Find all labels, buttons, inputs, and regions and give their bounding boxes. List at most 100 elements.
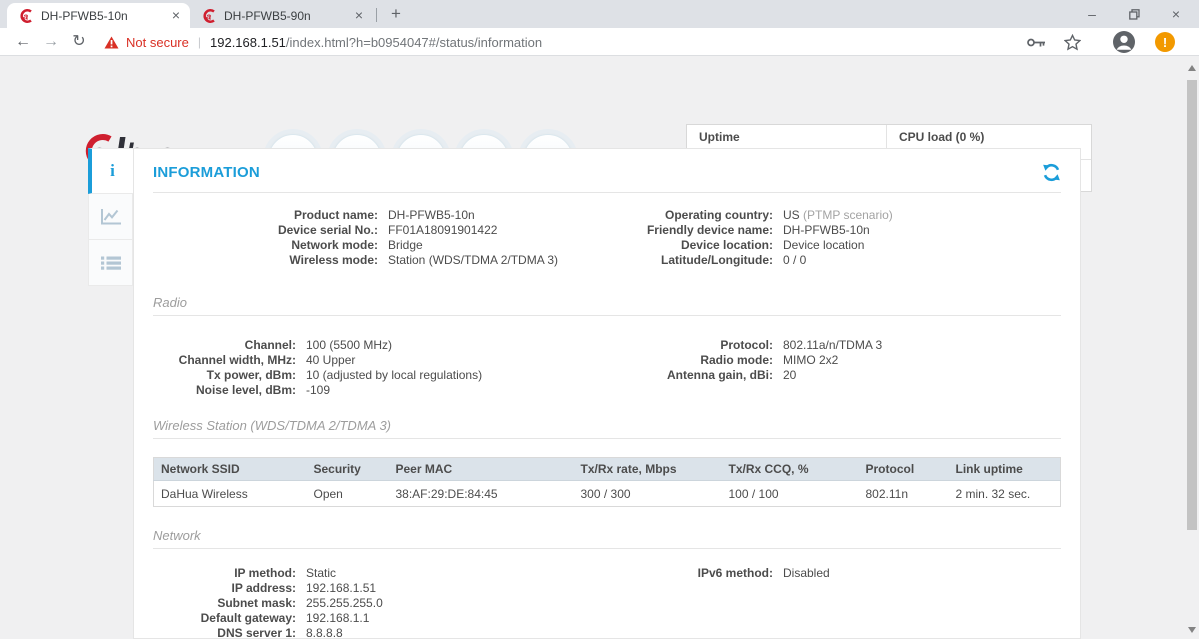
field-label: Channel width, MHz: xyxy=(153,353,296,368)
field-row: Wireless mode:Station (WDS/TDMA 2/TDMA 3… xyxy=(153,253,641,268)
field-value: 255.255.255.0 xyxy=(306,596,383,611)
table-cell: 100 / 100 xyxy=(722,481,859,507)
field-row: Tx power, dBm: 10 (adjusted by local regu… xyxy=(153,368,641,383)
table-cell: 300 / 300 xyxy=(574,481,722,507)
bookmark-star-icon[interactable] xyxy=(1064,30,1081,54)
field-value: DH-PFWB5-10n xyxy=(388,208,475,223)
field-value: Station (WDS/TDMA 2/TDMA 3) xyxy=(388,253,558,268)
address-bar[interactable]: Not secure | 192.168.1.51 /index.html?h=… xyxy=(104,31,542,53)
window-minimize-button[interactable]: – xyxy=(1069,0,1115,28)
not-secure-warning-icon xyxy=(104,36,119,49)
scrollbar-up-arrow-icon[interactable] xyxy=(1188,65,1196,71)
tab-separator xyxy=(376,8,377,22)
sidebar-tab-statistics[interactable] xyxy=(88,194,133,240)
field-value-muted: (PTMP scenario) xyxy=(800,208,893,223)
field-value: 40 Upper xyxy=(306,353,355,368)
profile-avatar-icon[interactable] xyxy=(1112,30,1136,54)
field-row: IPv6 method:Disabled xyxy=(641,566,1061,581)
section-heading-network: Network xyxy=(153,528,1061,549)
browser-tab-active[interactable]: a DH-PFWB5-10n × xyxy=(7,3,190,28)
field-label: Device location: xyxy=(641,238,773,253)
field-label: Network mode: xyxy=(153,238,378,253)
tab-close-icon[interactable]: × xyxy=(168,8,184,24)
list-icon xyxy=(101,255,121,271)
field-row: Noise level, dBm:-109 xyxy=(153,383,641,398)
field-label: Device serial No.: xyxy=(153,223,378,238)
field-value: 8.8.8.8 xyxy=(306,626,343,639)
tab-title: DH-PFWB5-90n xyxy=(224,9,351,23)
field-label: Tx power, dBm: xyxy=(153,368,296,383)
table-cell: 2 min. 32 sec. xyxy=(949,481,1061,507)
url-host: 192.168.1.51 xyxy=(210,35,286,50)
radio-right-column: Protocol: 802.11a/n/TDMA 3 Radio mode: MIMO… xyxy=(641,338,1061,398)
field-label: Protocol: xyxy=(641,338,773,353)
table-header-cell: Protocol xyxy=(859,458,949,481)
radio-left-column: Channel:100 (5500 MHz)Channel width, MHz… xyxy=(153,338,641,398)
field-value: 802.11a/n/TDMA 3 xyxy=(783,338,882,353)
field-label: Product name: xyxy=(153,208,378,223)
browser-window: a DH-PFWB5-10n × a DH-PFWB5-90n × + – × … xyxy=(0,0,1199,639)
uptime-label: Uptime xyxy=(699,130,886,144)
field-label: Radio mode: xyxy=(641,353,773,368)
field-value: -109 xyxy=(306,383,330,398)
scrollbar-down-arrow-icon[interactable] xyxy=(1188,627,1196,633)
field-value: 100 (5500 MHz) xyxy=(306,338,392,353)
refresh-icon[interactable] xyxy=(1042,163,1061,182)
info-fields: Product name:DH-PFWB5-10nDevice serial N… xyxy=(153,208,1061,268)
reload-button[interactable]: ↻ xyxy=(66,30,92,54)
table-cell: 38:AF:29:DE:84:45 xyxy=(389,481,574,507)
panel-header: INFORMATION xyxy=(153,149,1061,193)
information-panel: INFORMATION Product name:DH-PFWB5-10nDev… xyxy=(133,148,1081,639)
sidebar-tab-information[interactable]: i xyxy=(88,148,134,194)
field-row: Product name: DH-PFWB5-10n xyxy=(153,208,641,223)
field-row: DNS server 1:8.8.8.8 xyxy=(153,626,641,639)
field-value: MIMO 2x2 xyxy=(783,353,838,368)
tab-close-icon[interactable]: × xyxy=(351,8,367,24)
field-row: Friendly device name: DH-PFWB5-10n xyxy=(641,223,1061,238)
table-header-cell: Peer MAC xyxy=(389,458,574,481)
field-label: Friendly device name: xyxy=(641,223,773,238)
field-row: Radio mode: MIMO 2x2 xyxy=(641,353,1061,368)
field-value: DH-PFWB5-10n xyxy=(783,223,870,238)
network-fields: IP method:StaticIP address:192.168.1.51S… xyxy=(153,566,1061,639)
field-value: Device location xyxy=(783,238,864,253)
field-value: 10 (adjusted by local regulations) xyxy=(306,368,482,383)
field-label: Antenna gain, dBi: xyxy=(641,368,773,383)
window-restore-button[interactable] xyxy=(1111,0,1157,28)
table-header-row: Network SSIDSecurityPeer MACTx/Rx rate, … xyxy=(154,458,1061,481)
field-label: Latitude/Longitude: xyxy=(641,253,773,268)
table-header-cell: Link uptime xyxy=(949,458,1061,481)
table-header-cell: Tx/Rx rate, Mbps xyxy=(574,458,722,481)
sidebar-tab-registry[interactable] xyxy=(88,240,133,286)
section-heading-wireless-station: Wireless Station (WDS/TDMA 2/TDMA 3) xyxy=(153,418,1061,439)
browser-tab-inactive[interactable]: a DH-PFWB5-90n × xyxy=(190,3,373,28)
svg-text:a: a xyxy=(23,11,28,22)
field-value: Disabled xyxy=(783,566,830,581)
table-header-cell: Network SSID xyxy=(154,458,307,481)
field-row: Device serial No.:FF01A18091901422 xyxy=(153,223,641,238)
new-tab-button[interactable]: + xyxy=(384,4,408,24)
network-left-column: IP method:StaticIP address:192.168.1.51S… xyxy=(153,566,641,639)
scrollbar-thumb[interactable] xyxy=(1187,80,1197,530)
update-alert-icon[interactable]: ! xyxy=(1155,32,1175,52)
field-row: Channel width, MHz: 40 Upper xyxy=(153,353,641,368)
window-close-button[interactable]: × xyxy=(1153,0,1199,28)
dahua-favicon-icon: a xyxy=(201,8,217,24)
field-value: US xyxy=(783,208,800,223)
password-key-icon[interactable] xyxy=(1027,30,1046,54)
back-button[interactable]: ← xyxy=(10,30,36,54)
url-path: /index.html?h=b0954047#/status/informati… xyxy=(286,35,542,50)
page-scrollbar[interactable] xyxy=(1185,56,1199,639)
field-label: Channel: xyxy=(153,338,296,353)
field-row: Default gateway:192.168.1.1 xyxy=(153,611,641,626)
forward-button[interactable]: → xyxy=(38,30,64,54)
field-row: Latitude/Longitude:0 / 0 xyxy=(641,253,1061,268)
field-row: Subnet mask:255.255.255.0 xyxy=(153,596,641,611)
tab-title: DH-PFWB5-10n xyxy=(41,9,168,23)
table-body: DaHua WirelessOpen38:AF:29:DE:84:45300 /… xyxy=(154,481,1061,507)
field-label: Operating country: xyxy=(641,208,773,223)
field-value: Static xyxy=(306,566,336,581)
browser-tab-bar: a DH-PFWB5-10n × a DH-PFWB5-90n × + – × xyxy=(0,0,1199,28)
table-cell: DaHua Wireless xyxy=(154,481,307,507)
section-heading-radio: Radio xyxy=(153,295,1061,316)
